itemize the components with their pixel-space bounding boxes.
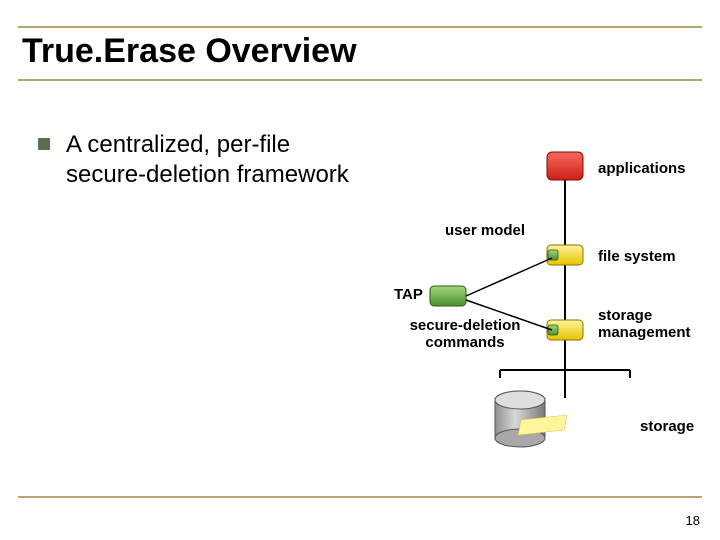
- label-user-model: user model: [445, 222, 525, 239]
- label-storage-management: storagemanagement: [598, 308, 691, 341]
- label-tap: TAP: [394, 286, 423, 303]
- footer-rule: [18, 496, 702, 498]
- architecture-diagram: [0, 0, 720, 540]
- label-storage: storage: [640, 418, 694, 435]
- tap-box-icon: [430, 286, 466, 306]
- applications-box-icon: [547, 152, 583, 180]
- label-secure-deletion-commands: secure-deletioncommands: [390, 318, 540, 351]
- label-applications: applications: [598, 160, 686, 177]
- label-file-system: file system: [598, 248, 676, 265]
- page-number: 18: [686, 513, 700, 528]
